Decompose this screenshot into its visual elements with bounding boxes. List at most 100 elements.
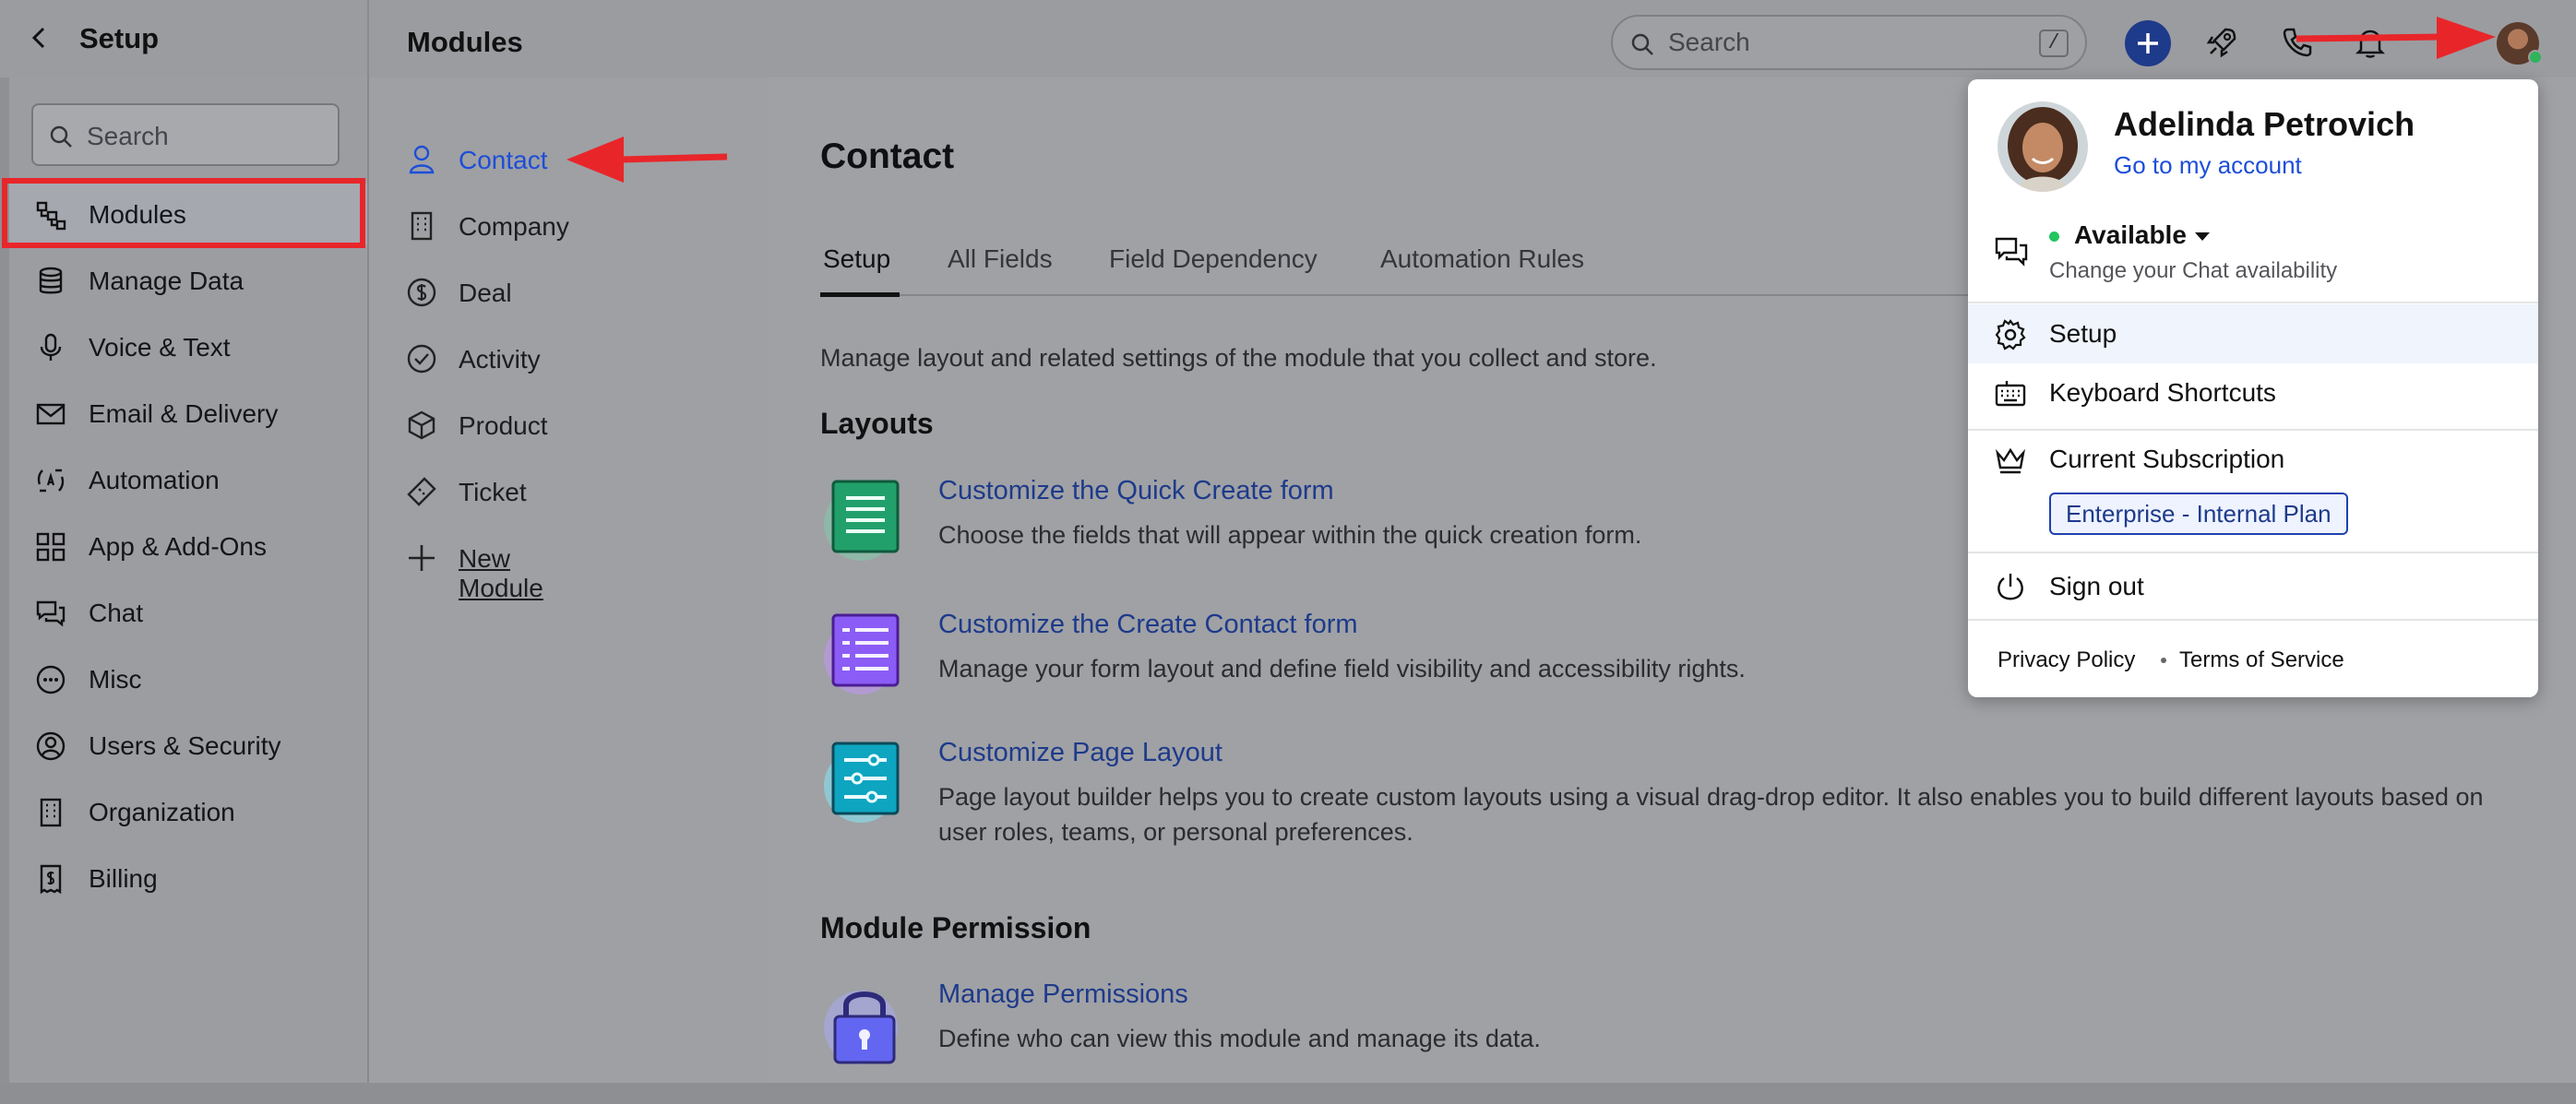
divider — [1968, 552, 2538, 553]
sidebar-item-manage-data[interactable]: Manage Data — [9, 250, 367, 311]
annotation-arrow-right — [2296, 17, 2496, 59]
power-icon — [1998, 574, 2023, 600]
global-search-input[interactable] — [1668, 26, 2019, 59]
automation-icon — [37, 469, 65, 493]
layout-title-link[interactable]: Customize Page Layout — [938, 738, 1222, 768]
sidebar-item-label: Users & Security — [89, 731, 281, 760]
divider — [367, 0, 369, 77]
status-dot — [2528, 50, 2543, 65]
menu-item-label: Setup — [2049, 319, 2117, 348]
sidebar-item-misc[interactable]: Misc — [9, 648, 367, 709]
sidebar-search-input[interactable] — [87, 120, 327, 153]
menu-item-setup[interactable]: Setup — [1968, 304, 2538, 363]
list-form-icon — [824, 480, 900, 561]
tab-field-dependency[interactable]: Field Dependency — [1109, 244, 1318, 274]
tab-setup[interactable]: Setup — [823, 244, 890, 274]
module-item-label: Activity — [459, 345, 541, 374]
annotation-highlight-box — [2, 178, 365, 248]
menu-item-current-subscription[interactable]: Current Subscription — [1968, 430, 2538, 489]
availability-hint: Change your Chat availability — [2049, 258, 2338, 283]
annotation-arrow-left — [566, 137, 728, 183]
plus-icon — [409, 545, 435, 571]
microphone-icon — [40, 333, 62, 361]
sidebar-item-label: Misc — [89, 665, 142, 694]
mail-icon — [36, 403, 66, 425]
availability-status-dropdown[interactable]: Available — [2074, 220, 2187, 250]
sidebar-item-label: Email & Delivery — [89, 399, 279, 428]
tab-all-fields[interactable]: All Fields — [948, 244, 1053, 274]
more-icon — [36, 665, 66, 694]
permission-description: Define who can view this module and mana… — [938, 1025, 1541, 1052]
lock-icon — [824, 991, 898, 1064]
profile-menu: Adelinda Petrovich Go to my account Avai… — [1968, 79, 2538, 697]
page-title: Modules — [407, 26, 523, 58]
caret-down-icon[interactable] — [2195, 232, 2210, 241]
setup-title: Setup — [79, 22, 160, 54]
sidebar-item-chat[interactable]: Chat — [9, 582, 367, 643]
list-form-icon — [824, 613, 900, 694]
sidebar-item-label: Voice & Text — [89, 333, 231, 362]
module-heading: Contact — [820, 137, 955, 176]
search-icon — [1631, 33, 1653, 55]
search-icon — [50, 125, 72, 148]
chat-icon — [1995, 237, 2028, 267]
crown-icon — [1996, 447, 2025, 474]
module-item-label: Product — [459, 411, 548, 440]
layouts-heading: Layouts — [820, 407, 934, 440]
sidebar-item-app-addons[interactable]: App & Add-Ons — [9, 516, 367, 576]
global-search[interactable]: / — [1611, 15, 2087, 70]
menu-item-label: Sign out — [2049, 572, 2144, 600]
create-button[interactable] — [2125, 20, 2171, 66]
sidebar-item-email-delivery[interactable]: Email & Delivery — [9, 383, 367, 444]
sidebar-item-label: App & Add-Ons — [89, 532, 268, 561]
keyboard-icon — [1995, 381, 2026, 407]
layout-title-link[interactable]: Customize the Create Contact form — [938, 610, 1358, 640]
menu-item-label: Current Subscription — [2049, 445, 2285, 473]
privacy-policy-link[interactable]: Privacy Policy — [1998, 647, 2135, 673]
building-icon — [40, 798, 62, 827]
tab-automation-rules[interactable]: Automation Rules — [1380, 244, 1584, 274]
module-item-label: Deal — [459, 279, 512, 307]
module-list: Contact Company Deal Activity Product Ti… — [369, 77, 768, 1083]
bottom-edge — [0, 1083, 2576, 1104]
module-item-label: Company — [459, 212, 569, 241]
manage-permissions-link[interactable]: Manage Permissions — [938, 979, 1188, 1010]
profile-avatar — [1998, 101, 2088, 192]
status-indicator — [2049, 231, 2059, 242]
sidebar-item-label: Automation — [89, 466, 220, 494]
layout-description: Page layout builder helps you to create … — [938, 783, 2484, 846]
building-icon — [411, 211, 433, 241]
sidebar-item-label: Organization — [89, 798, 235, 826]
rocket-icon[interactable] — [2203, 24, 2240, 61]
layout-title-link[interactable]: Customize the Quick Create form — [938, 476, 1334, 506]
sidebar-item-label: Manage Data — [89, 267, 244, 295]
sidebar-search[interactable] — [31, 103, 340, 166]
sidebar-item-automation[interactable]: Automation — [9, 449, 367, 510]
dollar-icon — [407, 278, 436, 307]
divider — [1968, 302, 2538, 303]
module-item-label: New Module — [459, 544, 543, 602]
sidebar-item-voice-text[interactable]: Voice & Text — [9, 316, 367, 377]
sidebar-item-users-security[interactable]: Users & Security — [9, 715, 367, 776]
sliders-icon — [824, 742, 900, 823]
footer-separator — [2161, 658, 2166, 663]
gear-icon — [1995, 319, 2026, 350]
top-bar: Setup Modules / — [0, 0, 2576, 77]
sidebar-item-organization[interactable]: Organization — [9, 781, 367, 842]
database-icon — [39, 267, 63, 294]
subscription-plan-badge[interactable]: Enterprise - Internal Plan — [2049, 493, 2348, 535]
menu-item-label: Keyboard Shortcuts — [2049, 378, 2276, 407]
module-permission-heading: Module Permission — [820, 911, 1091, 944]
sidebar-item-billing[interactable]: Billing — [9, 848, 367, 908]
go-to-account-link[interactable]: Go to my account — [2114, 151, 2302, 180]
active-tab-indicator — [820, 292, 900, 297]
menu-item-sign-out[interactable]: Sign out — [1968, 557, 2538, 616]
sidebar-item-label: Chat — [89, 599, 144, 627]
chevron-left-icon[interactable] — [26, 24, 54, 52]
sidebar-item-label: Billing — [89, 864, 158, 893]
box-icon — [408, 410, 435, 440]
module-item-label: Contact — [459, 146, 548, 174]
menu-item-keyboard-shortcuts[interactable]: Keyboard Shortcuts — [1968, 363, 2538, 422]
terms-of-service-link[interactable]: Terms of Service — [2179, 647, 2344, 673]
person-icon — [409, 145, 435, 174]
